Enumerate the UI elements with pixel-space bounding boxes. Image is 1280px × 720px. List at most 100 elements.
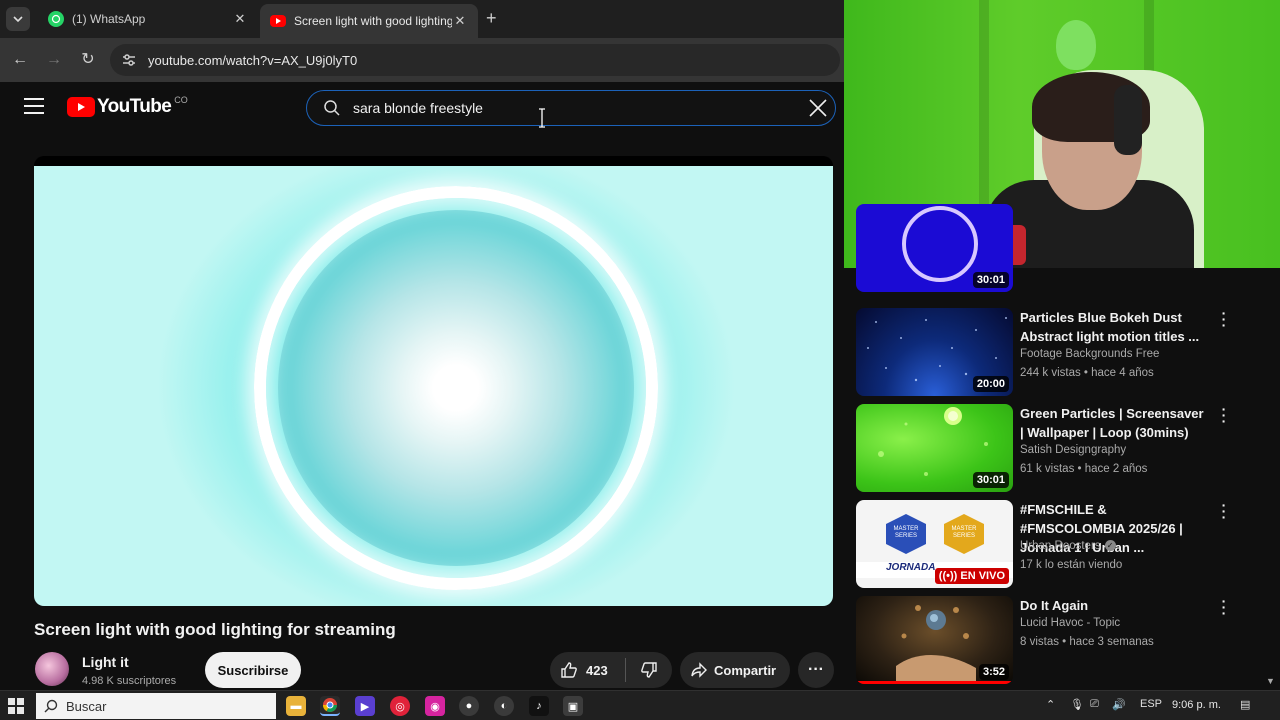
duration-badge: 30:01 (972, 272, 1009, 288)
address-bar[interactable]: youtube.com/watch?v=AX_U9j0lyT0 (110, 44, 840, 76)
volume-icon[interactable]: 🔊 (1112, 698, 1126, 711)
video-thumbnail[interactable]: 3:52 (856, 596, 1013, 684)
tab-title: Screen light with good lighting (294, 14, 452, 28)
youtube-icon (270, 15, 286, 27)
youtube-header: YouTube CO sara blonde freestyle (0, 82, 844, 134)
share-label: Compartir (714, 662, 777, 678)
video-thumbnail[interactable]: MASTER SERIES MASTER SERIES JORNADA ((•)… (856, 500, 1013, 588)
more-vertical-icon[interactable]: · · · (1220, 306, 1228, 332)
logo-text: YouTube (97, 96, 172, 117)
live-broadcast-icon: ((•)) (938, 570, 958, 582)
clear-search-icon[interactable] (807, 97, 829, 119)
search-input[interactable]: sara blonde freestyle (353, 100, 483, 116)
text-cursor-icon (539, 108, 545, 128)
whatsapp-icon (48, 11, 64, 27)
app-gray-icon[interactable]: ◐ (494, 696, 514, 716)
list-item[interactable]: 3:52 Do It Again Lucid Havoc - Topic 8 v… (856, 594, 1276, 688)
watch-progress-bar (856, 681, 1013, 684)
video-meta: 8 vistas • hace 3 semanas (1020, 636, 1154, 648)
dislike-button[interactable] (626, 661, 672, 679)
share-arrow-icon (691, 662, 707, 678)
list-item[interactable]: 20:00 Particles Blue Bokeh Dust Abstract… (856, 306, 1276, 400)
close-icon[interactable]: ✕ (452, 13, 468, 29)
channel-name[interactable]: Footage Backgrounds Free (1020, 348, 1159, 360)
more-horizontal-icon: ··· (808, 661, 824, 678)
language-indicator[interactable]: ESP (1140, 698, 1162, 710)
player-top-bar (34, 156, 833, 166)
video-thumbnail[interactable]: 20:00 (856, 308, 1013, 396)
live-badge: ((•)) EN VIVO (934, 568, 1009, 584)
windows-start-icon[interactable] (8, 698, 24, 714)
new-tab-plus-icon[interactable]: + (486, 8, 497, 29)
more-vertical-icon[interactable]: · · · (1220, 402, 1228, 428)
taskbar-search-placeholder: Buscar (66, 698, 107, 714)
notifications-icon[interactable]: ▤ (1240, 698, 1250, 711)
obs-icon[interactable]: ● (459, 696, 479, 716)
tray-expand-icon[interactable]: ⌃ (1046, 698, 1055, 711)
fms-badge-right: MASTER SERIES (944, 514, 984, 554)
video-editor-icon[interactable]: ▶ (355, 696, 375, 716)
file-explorer-icon[interactable]: ▬ (286, 696, 306, 716)
app-red-icon[interactable]: ◎ (390, 696, 410, 716)
video-thumbnail[interactable]: 30:01 (856, 404, 1013, 492)
taskbar-clock[interactable]: 9:06 p. m. (1172, 699, 1221, 711)
microphone-icon[interactable]: 🎙 (1070, 698, 1084, 711)
channel-avatar[interactable] (35, 652, 69, 686)
webcam-alien-figure (1056, 20, 1096, 70)
tab-search-button[interactable] (6, 7, 30, 31)
subscribe-button[interactable]: Suscribirse (205, 652, 301, 688)
more-vertical-icon[interactable]: · · · (1220, 594, 1228, 620)
tiktok-icon[interactable]: ♪ (529, 696, 549, 716)
site-settings-icon[interactable] (120, 51, 138, 69)
tab-title: (1) WhatsApp (72, 12, 146, 26)
close-icon[interactable]: ✕ (232, 11, 248, 27)
reload-icon[interactable]: ↻ (78, 50, 98, 70)
search-box[interactable]: sara blonde freestyle (306, 90, 836, 126)
more-vertical-icon[interactable]: · · · (1220, 498, 1228, 524)
thumbs-up-icon (561, 662, 577, 678)
subscriber-count: 4.98 K suscriptores (82, 675, 177, 687)
verified-check-icon: ✓ (1104, 540, 1116, 552)
duration-badge: 30:01 (972, 472, 1009, 488)
video-title[interactable]: Do It Again (1020, 596, 1210, 615)
like-button[interactable]: 423 (550, 658, 626, 682)
video-title[interactable]: Green Particles | Screensaver | Wallpape… (1020, 404, 1210, 442)
instagram-icon[interactable]: ◉ (425, 696, 445, 716)
duration-badge: 20:00 (972, 376, 1009, 392)
tab-whatsapp[interactable]: (1) WhatsApp ✕ (38, 4, 258, 34)
scroll-down-arrow-icon[interactable]: ▼ (1266, 676, 1275, 686)
webcam-headset (1114, 85, 1142, 155)
duration-badge: 3:52 (978, 664, 1009, 680)
app-window-icon[interactable]: ▣ (563, 696, 583, 716)
video-player[interactable] (34, 166, 833, 606)
share-button[interactable]: Compartir (680, 652, 790, 688)
windows-taskbar: Buscar ▬ ▶ ◎ ◉ ● ◐ ♪ ▣ ⌃ 🎙 ⎚ 🔊 ESP 9:06 … (0, 690, 1280, 720)
chevron-down-icon (13, 16, 23, 23)
network-icon[interactable]: ⎚ (1090, 698, 1099, 711)
like-dislike-group: 423 (550, 652, 672, 688)
menu-icon[interactable] (24, 98, 44, 114)
video-meta: 17 k lo están viendo (1020, 559, 1123, 571)
channel-name[interactable]: Satish Designgraphy (1020, 444, 1126, 456)
more-actions-button[interactable]: ··· (798, 652, 834, 688)
video-light-ring (254, 186, 658, 590)
channel-name[interactable]: Urban Roosters ✓ (1020, 540, 1116, 552)
video-title[interactable]: Particles Blue Bokeh Dust Abstract light… (1020, 308, 1210, 346)
browser-tabstrip: (1) WhatsApp ✕ Screen light with good li… (0, 0, 844, 38)
tab-youtube-active[interactable]: Screen light with good lighting ✕ (260, 4, 478, 38)
chrome-icon[interactable] (320, 696, 340, 716)
youtube-logo[interactable]: YouTube CO (67, 95, 188, 118)
like-count: 423 (586, 662, 608, 678)
video-title: Screen light with good lighting for stre… (34, 620, 396, 639)
list-item[interactable]: 30:01 Green Particles | Screensaver | Wa… (856, 402, 1276, 496)
back-arrow-icon[interactable]: ← (10, 50, 30, 70)
list-item[interactable]: 30:01 (856, 204, 1276, 296)
forward-arrow-icon[interactable]: → (44, 50, 64, 70)
channel-name[interactable]: Lucid Havoc - Topic (1020, 617, 1120, 629)
taskbar-search[interactable]: Buscar (36, 693, 276, 719)
list-item[interactable]: MASTER SERIES MASTER SERIES JORNADA ((•)… (856, 498, 1276, 592)
video-thumbnail[interactable]: 30:01 (856, 204, 1013, 292)
browser-toolbar: ← → ↻ youtube.com/watch?v=AX_U9j0lyT0 (0, 38, 844, 82)
fms-badge-left: MASTER SERIES (886, 514, 926, 554)
channel-name[interactable]: Light it (82, 654, 129, 670)
